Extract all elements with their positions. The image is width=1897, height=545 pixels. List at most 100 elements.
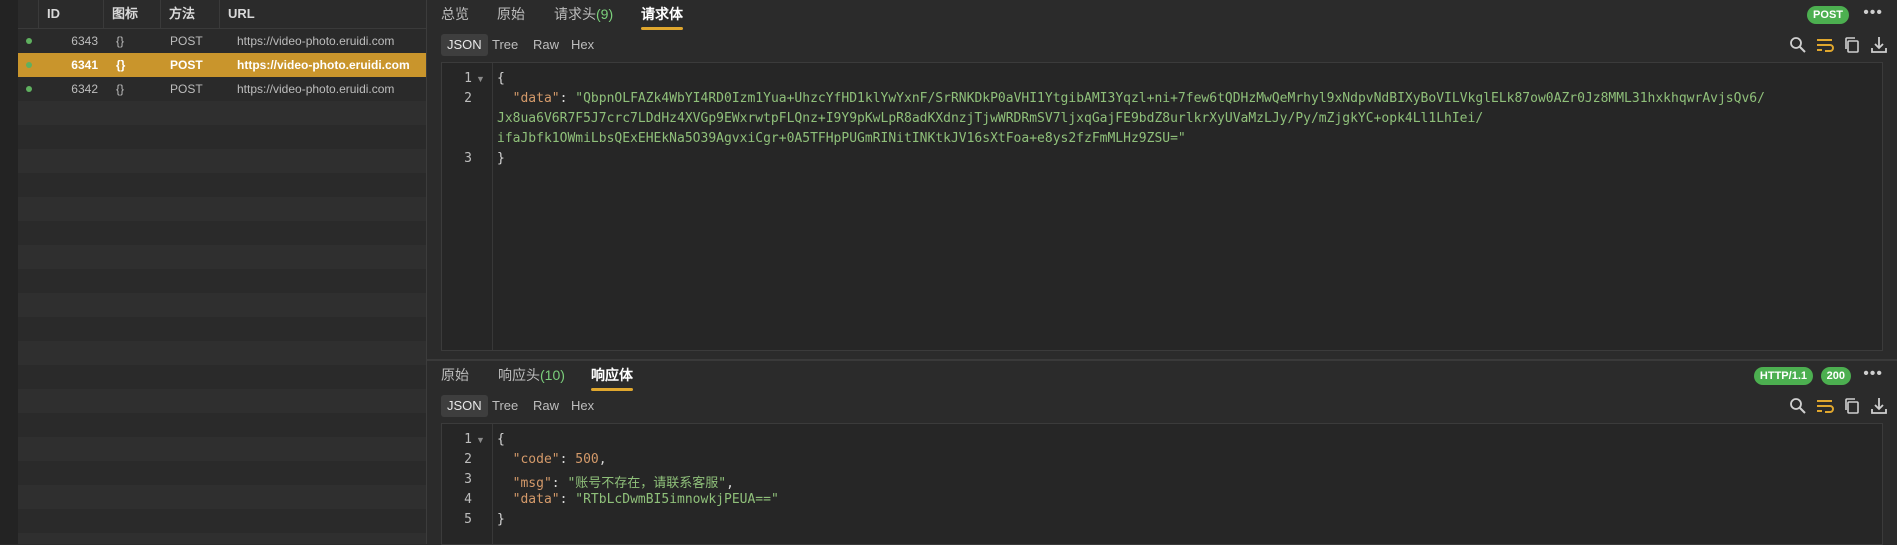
copy-icon[interactable] [1841,34,1863,56]
download-icon[interactable] [1868,395,1890,417]
json-string: ifaJbfk1OWmiLbsQExEHEkNa5O39AgvxiCgr+0A5… [497,131,1186,146]
code-line-wrap: ifaJbfk1OWmiLbsQExEHEkNa5O39AgvxiCgr+0A5… [497,131,1186,146]
empty-row [18,101,426,125]
column-url[interactable]: URL [219,0,426,28]
header-count: (10) [540,367,565,383]
line-number: 3 [464,472,472,487]
code-line: } [497,151,505,166]
line-number: 1 [464,71,472,86]
json-colon: : [559,91,576,106]
json-comma: , [726,476,734,491]
json-colon: : [551,476,568,491]
view-hex-button[interactable]: Hex [565,34,600,56]
line-number: 5 [464,512,472,527]
json-string: "QbpnOLFAZk4WbYI4RD0Izm1Yua+UhzcYfHD1klY… [575,91,1765,106]
empty-row [18,485,426,509]
json-string: "RTbLcDwmBI5imnowkjPEUA==" [575,492,779,507]
json-colon: : [559,492,576,507]
table-row[interactable]: 6343 {} POST https://video-photo.eruidi.… [18,29,426,53]
request-body-editor[interactable]: 1 ▼ 2 3 { "data": "QbpnOLFAZk4WbYI4RD0Iz… [441,62,1883,351]
tab-label: 请求头 [554,6,596,22]
tab-request-body[interactable]: 请求体 [641,0,683,30]
code-line: } [497,512,505,527]
row-url: https://video-photo.eruidi.com [237,34,395,48]
view-raw-button[interactable]: Raw [527,34,565,56]
word-wrap-icon[interactable] [1814,34,1836,56]
json-icon: {} [116,58,126,72]
tab-response-headers[interactable]: 响应头(10) [498,361,565,391]
empty-row [18,197,426,221]
json-icon: {} [116,82,125,96]
column-id[interactable]: ID [38,0,92,28]
empty-row [18,341,426,365]
json-key: "code" [512,452,560,467]
tab-response-body[interactable]: 响应体 [591,361,633,391]
column-method[interactable]: 方法 [160,0,214,28]
row-method: POST [170,34,203,48]
line-number: 4 [464,492,472,507]
response-tabs: 原始 响应头(10) 响应体 HTTP/1.1 200 ••• [427,361,1897,391]
tab-raw[interactable]: 原始 [497,0,525,30]
empty-row [18,149,426,173]
left-edge-strip [0,0,18,544]
code-line: { [497,432,505,447]
search-icon[interactable] [1787,34,1809,56]
line-number: 3 [464,151,472,166]
view-tree-button[interactable]: Tree [486,34,524,56]
more-icon[interactable]: ••• [1863,365,1883,383]
tab-overview[interactable]: 总览 [441,0,469,30]
json-icon: {} [116,34,125,48]
response-view-modes: JSON Tree Raw Hex [427,395,1897,417]
table-row[interactable]: 6342 {} POST https://video-photo.eruidi.… [18,77,426,101]
tab-label: 响应头 [498,367,540,383]
response-body-editor[interactable]: 1 ▼ 2 3 4 5 { "code": 500, "msg": "账号不存在… [441,423,1883,545]
header-count: (9) [596,6,614,22]
row-id: 6343 [71,34,98,48]
view-raw-button[interactable]: Raw [527,395,565,417]
row-id: 6341 [71,58,98,72]
code-line-wrap: Jx8ua6V6R7F5J7crc7LDdHz4XVGp9EWxrwtpFLQn… [497,111,1483,126]
search-icon[interactable] [1787,395,1809,417]
fold-icon[interactable]: ▼ [476,435,485,445]
request-view-modes: JSON Tree Raw Hex [427,34,1897,56]
json-key: "data" [512,492,560,507]
status-badge: 200 [1820,367,1851,385]
empty-row [18,437,426,461]
json-key: "data" [512,91,560,106]
row-id: 6342 [71,82,98,96]
code-line: "data": "RTbLcDwmBI5imnowkjPEUA==" [497,492,779,507]
request-pane: 总览 原始 请求头(9) 请求体 POST ••• JSON Tree Raw … [427,0,1897,360]
view-json-button[interactable]: JSON [441,395,488,417]
code-line: { [497,71,505,86]
tab-request-headers[interactable]: 请求头(9) [554,0,613,30]
json-comma: , [598,452,607,467]
line-gutter: 1 ▼ 2 3 [442,63,493,350]
json-string: Jx8ua6V6R7F5J7crc7LDdHz4XVGp9EWxrwtpFLQn… [497,111,1484,126]
request-tabs: 总览 原始 请求头(9) 请求体 POST ••• [427,0,1897,30]
empty-row [18,293,426,317]
more-icon[interactable]: ••• [1863,4,1883,22]
request-list: ID 图标 方法 URL 6343 {} POST https://video-… [18,0,426,544]
row-url: https://video-photo.eruidi.com [237,82,395,96]
column-icon[interactable]: 图标 [103,0,157,28]
copy-icon[interactable] [1841,395,1863,417]
list-header: ID 图标 方法 URL [18,0,426,29]
view-tree-button[interactable]: Tree [486,395,524,417]
code-line: "msg": "账号不存在，请联系客服", [497,472,734,491]
json-colon: : [559,452,576,467]
row-method: POST [170,82,203,96]
view-json-button[interactable]: JSON [441,34,488,56]
tab-raw[interactable]: 原始 [441,361,469,391]
line-number: 2 [464,91,472,106]
word-wrap-icon[interactable] [1814,395,1836,417]
response-pane: 原始 响应头(10) 响应体 HTTP/1.1 200 ••• JSON Tre… [427,361,1897,545]
json-key: "msg" [512,476,552,491]
fold-icon[interactable]: ▼ [476,74,485,84]
method-badge: POST [1807,6,1849,24]
download-icon[interactable] [1868,34,1890,56]
status-dot [26,86,32,92]
view-hex-button[interactable]: Hex [565,395,600,417]
code-line: "data": "QbpnOLFAZk4WbYI4RD0Izm1Yua+Uhzc… [497,91,1765,106]
table-row-selected[interactable]: 6341 {} POST https://video-photo.eruidi.… [18,53,426,77]
line-number: 2 [464,452,472,467]
